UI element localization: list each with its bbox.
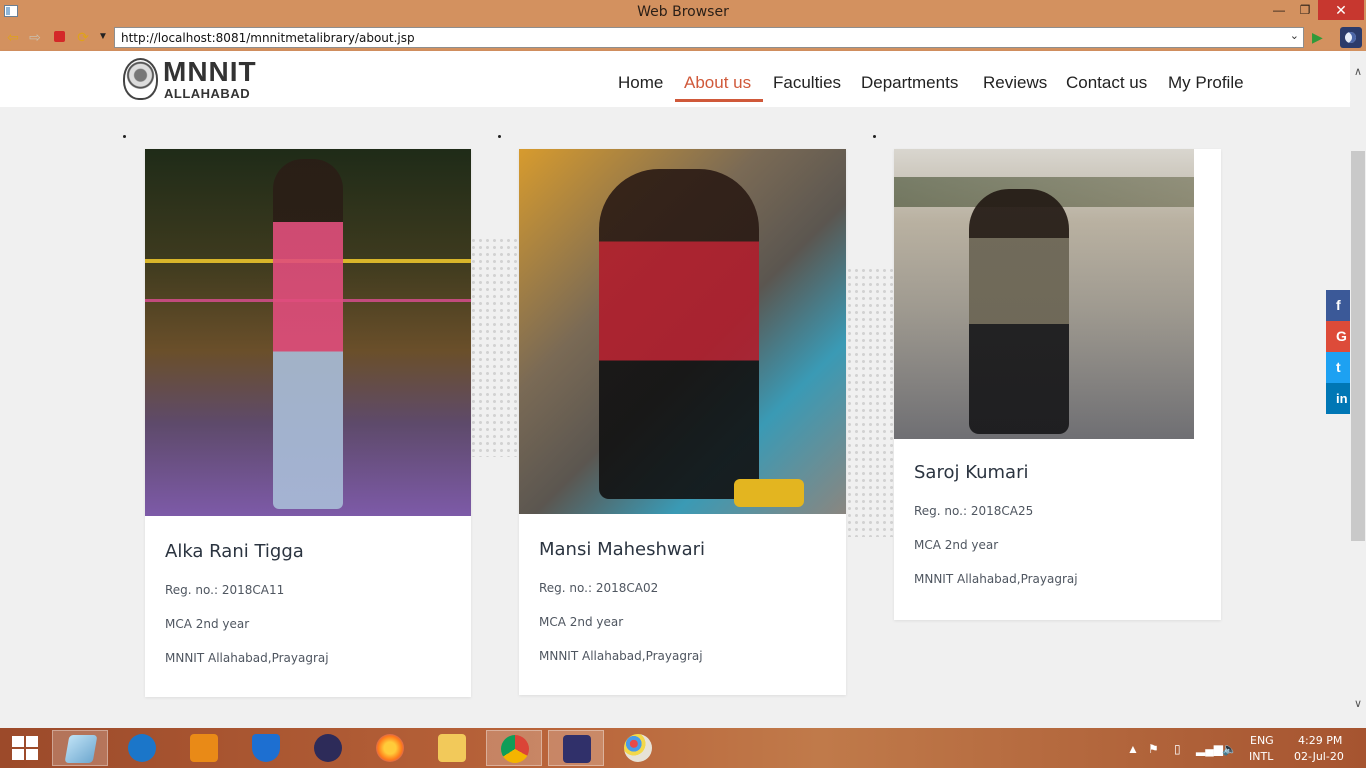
- taskbar-eclipse[interactable]: [300, 730, 356, 766]
- page-scrollbar[interactable]: ∧ ∨: [1350, 51, 1366, 716]
- eclipse-icon[interactable]: [1340, 27, 1362, 48]
- member-name: Alka Rani Tigga: [165, 541, 304, 562]
- member-photo: [894, 149, 1194, 439]
- folder-icon: [438, 734, 466, 762]
- taskbar-chrome[interactable]: [486, 730, 542, 766]
- taskbar-defender[interactable]: [238, 730, 294, 766]
- notepad-icon: [64, 735, 98, 763]
- nav-departments[interactable]: Departments: [861, 73, 958, 97]
- maximize-button[interactable]: ❐: [1294, 0, 1316, 20]
- member-course: MCA 2nd year: [539, 615, 624, 629]
- minimize-button[interactable]: —: [1268, 0, 1290, 20]
- nav-my-profile[interactable]: My Profile: [1168, 73, 1244, 97]
- url-input[interactable]: http://localhost:8081/mnnitmetalibrary/a…: [114, 27, 1304, 48]
- facebook-share-button[interactable]: f: [1326, 290, 1350, 321]
- nav-home[interactable]: Home: [618, 73, 663, 97]
- shield-icon: [252, 734, 280, 762]
- browser-toolbar: ⇦ ⇨ ⟳ ▼ http://localhost:8081/mnnitmetal…: [0, 24, 1366, 51]
- taskbar-pdf[interactable]: [176, 730, 232, 766]
- scroll-up-icon[interactable]: ∧: [1350, 65, 1366, 78]
- refresh-icon[interactable]: ⟳: [74, 29, 92, 45]
- nav-about-us[interactable]: About us: [684, 73, 751, 97]
- history-dropdown-icon[interactable]: ▼: [94, 29, 112, 45]
- scroll-down-icon[interactable]: ∨: [1350, 697, 1366, 710]
- window-titlebar: Web Browser — ❐ ✕: [0, 0, 1366, 24]
- paint-icon: [624, 734, 652, 762]
- language-indicator[interactable]: ENG: [1250, 734, 1274, 747]
- facebook-icon: f: [1336, 297, 1341, 313]
- nav-reviews[interactable]: Reviews: [983, 73, 1047, 97]
- battery-icon[interactable]: ▯: [1174, 742, 1181, 756]
- member-institute: MNNIT Allahabad,Prayagraj: [165, 651, 329, 665]
- member-institute: MNNIT Allahabad,Prayagraj: [914, 572, 1078, 586]
- window-title: Web Browser: [637, 4, 729, 20]
- show-hidden-icons[interactable]: ▲: [1127, 742, 1139, 756]
- linkedin-icon: in: [1336, 391, 1348, 406]
- member-card: Mansi Maheshwari Reg. no.: 2018CA02 MCA …: [519, 149, 846, 695]
- taskbar-java-ee-ide[interactable]: [548, 730, 604, 766]
- taskbar-settings[interactable]: [114, 730, 170, 766]
- member-reg: Reg. no.: 2018CA11: [165, 583, 285, 597]
- nav-contact-us[interactable]: Contact us: [1066, 73, 1147, 97]
- google-icon: G: [1336, 328, 1347, 344]
- taskbar-paint[interactable]: [610, 730, 666, 766]
- world-map-decoration: [470, 237, 520, 457]
- stop-icon[interactable]: [50, 29, 68, 45]
- member-name: Saroj Kumari: [914, 462, 1029, 483]
- about-content: Alka Rani Tigga Reg. no.: 2018CA11 MCA 2…: [0, 107, 1350, 716]
- back-icon[interactable]: ⇦: [4, 29, 22, 45]
- scroll-thumb[interactable]: [1351, 151, 1365, 541]
- twitter-icon: t: [1336, 359, 1341, 375]
- windows-start-icon[interactable]: [12, 736, 38, 760]
- mnnit-logo-icon[interactable]: [123, 58, 158, 100]
- taskbar-file-explorer[interactable]: [424, 730, 480, 766]
- windows-taskbar: ▲ ⚑ ▯ ▂▄▆ 🔈 ENG INTL 4:29 PM 02-Jul-20: [0, 728, 1366, 768]
- member-reg: Reg. no.: 2018CA25: [914, 504, 1034, 518]
- wrench-icon: [128, 734, 156, 762]
- nav-faculties[interactable]: Faculties: [773, 73, 841, 97]
- keyboard-layout-indicator[interactable]: INTL: [1249, 750, 1273, 763]
- logo-title[interactable]: MNNIT: [163, 57, 257, 87]
- pdf-icon: [190, 734, 218, 762]
- url-dropdown-icon[interactable]: ⌄: [1290, 29, 1299, 42]
- eclipse-icon: [314, 734, 342, 762]
- url-text: http://localhost:8081/mnnitmetalibrary/a…: [121, 31, 415, 45]
- active-nav-indicator: [675, 99, 763, 102]
- site-header: MNNIT ALLAHABAD Home About us Faculties …: [0, 51, 1350, 107]
- forward-icon[interactable]: ⇨: [26, 29, 44, 45]
- world-map-decoration: [846, 267, 894, 537]
- member-reg: Reg. no.: 2018CA02: [539, 581, 659, 595]
- linkedin-share-button[interactable]: in: [1326, 383, 1350, 414]
- member-card: Saroj Kumari Reg. no.: 2018CA25 MCA 2nd …: [894, 149, 1221, 620]
- go-icon[interactable]: ▶: [1312, 29, 1328, 45]
- action-center-icon[interactable]: ⚑: [1148, 742, 1159, 756]
- bullet: [873, 135, 876, 138]
- volume-icon[interactable]: 🔈: [1222, 742, 1237, 756]
- network-icon[interactable]: ▂▄▆: [1196, 742, 1223, 756]
- taskbar-firefox[interactable]: [362, 730, 418, 766]
- member-card: Alka Rani Tigga Reg. no.: 2018CA11 MCA 2…: [145, 149, 471, 697]
- member-name: Mansi Maheshwari: [539, 539, 706, 560]
- firefox-icon: [376, 734, 404, 762]
- twitter-share-button[interactable]: t: [1326, 352, 1350, 383]
- bullet: [498, 135, 501, 138]
- close-button[interactable]: ✕: [1318, 0, 1364, 20]
- member-course: MCA 2nd year: [165, 617, 250, 631]
- member-photo: [519, 149, 846, 514]
- member-course: MCA 2nd year: [914, 538, 999, 552]
- member-photo: [145, 149, 471, 516]
- chrome-icon: [501, 735, 529, 763]
- java-ee-icon: [563, 735, 591, 763]
- logo-subtitle[interactable]: ALLAHABAD: [164, 86, 250, 101]
- bullet: [123, 135, 126, 138]
- clock-time[interactable]: 4:29 PM: [1298, 734, 1342, 747]
- taskbar-notepad[interactable]: [52, 730, 108, 766]
- clock-date[interactable]: 02-Jul-20: [1294, 750, 1344, 763]
- member-institute: MNNIT Allahabad,Prayagraj: [539, 649, 703, 663]
- google-share-button[interactable]: G: [1326, 321, 1350, 352]
